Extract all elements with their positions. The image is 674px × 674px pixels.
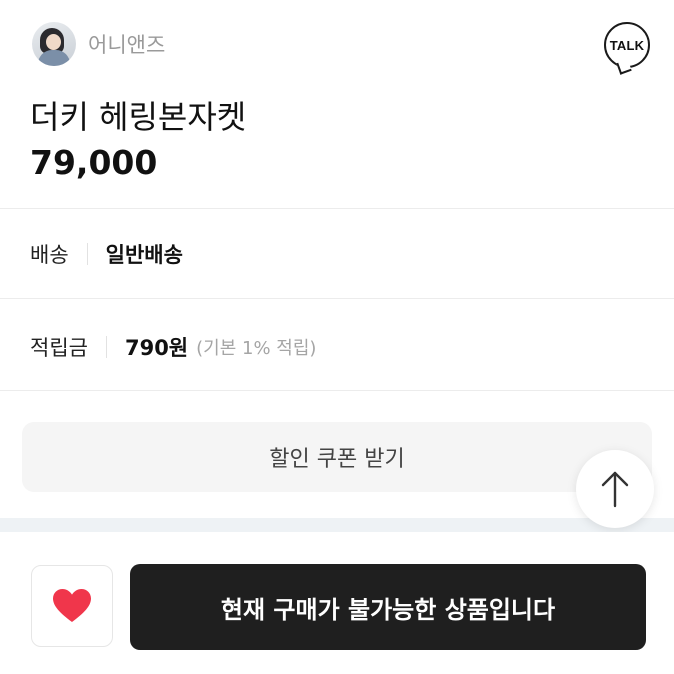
store-avatar[interactable] bbox=[32, 22, 76, 66]
store-name[interactable]: 어니앤즈 bbox=[88, 29, 165, 59]
points-row: 적립금 790원 (기본 1% 적립) bbox=[30, 327, 316, 367]
product-price: 79,000 bbox=[30, 143, 158, 182]
divider bbox=[0, 390, 674, 391]
shipping-value: 일반배송 bbox=[105, 243, 183, 267]
shipping-row: 배송 일반배송 bbox=[30, 234, 183, 274]
purchase-button[interactable]: 현재 구매가 불가능한 상품입니다 bbox=[130, 564, 646, 650]
heart-icon bbox=[53, 589, 91, 622]
kakao-talk-icon[interactable]: TALK bbox=[604, 22, 650, 75]
divider bbox=[0, 298, 674, 299]
talk-label: TALK bbox=[609, 37, 645, 53]
points-label: 적립금 bbox=[30, 336, 88, 360]
product-title: 더키 헤링본자켓 bbox=[30, 98, 247, 136]
shipping-label: 배송 bbox=[30, 243, 69, 267]
points-note: (기본 1% 적립) bbox=[196, 338, 317, 359]
separator bbox=[86, 243, 88, 265]
section-band bbox=[0, 518, 674, 532]
points-value: 790원 bbox=[124, 336, 189, 360]
like-button[interactable] bbox=[31, 565, 113, 647]
scroll-top-button[interactable] bbox=[576, 450, 654, 528]
arrow-up-icon bbox=[601, 471, 629, 508]
divider bbox=[0, 208, 674, 209]
store-header[interactable]: 어니앤즈 bbox=[32, 20, 165, 68]
coupon-button[interactable]: 할인 쿠폰 받기 bbox=[22, 422, 652, 492]
separator bbox=[105, 336, 107, 358]
